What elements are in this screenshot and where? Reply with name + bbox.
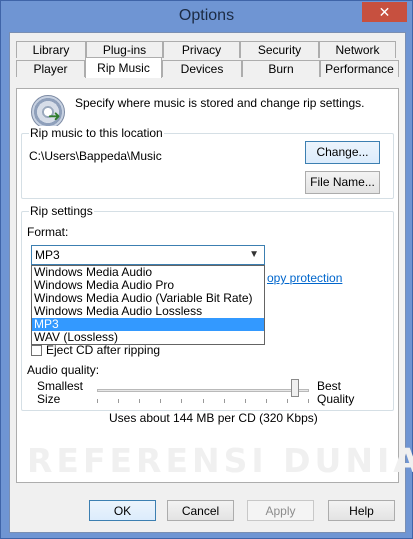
slider-tick — [266, 399, 267, 403]
tab-devices[interactable]: Devices — [162, 60, 242, 77]
slider-tick — [160, 399, 161, 403]
close-button[interactable]: ✕ — [362, 2, 407, 22]
format-dropdown-list: Windows Media Audio Windows Media Audio … — [31, 265, 265, 345]
tab-plug-ins[interactable]: Plug-ins — [86, 41, 163, 58]
slider-tick — [139, 399, 140, 403]
panel-description: Specify where music is stored and change… — [75, 96, 365, 110]
window-title: Options — [178, 7, 235, 24]
format-option[interactable]: Windows Media Audio Lossless — [32, 305, 264, 318]
format-select[interactable]: MP3 ▼ — [31, 245, 265, 265]
copy-protection-link[interactable]: opy protection — [267, 271, 342, 285]
rip-settings-label: Rip settings — [29, 204, 94, 218]
tab-row-bottom: Player Rip Music Devices Burn Performanc… — [16, 57, 399, 78]
slider-tick — [181, 399, 182, 403]
help-button[interactable]: Help — [328, 500, 395, 521]
tab-privacy[interactable]: Privacy — [163, 41, 240, 58]
slider-max-label: Best Quality — [317, 379, 355, 406]
tab-row-top: Library Plug-ins Privacy Security Networ… — [16, 41, 396, 59]
tab-network[interactable]: Network — [319, 41, 396, 58]
cancel-button[interactable]: Cancel — [167, 500, 234, 521]
slider-tick — [118, 399, 119, 403]
slider-tick — [224, 399, 225, 403]
options-window: Options ✕ Library Plug-ins Privacy Secur… — [0, 0, 413, 539]
slider-tick — [308, 399, 309, 403]
slider-tick — [245, 399, 246, 403]
file-name-button[interactable]: File Name... — [305, 171, 380, 194]
slider-tick — [287, 399, 288, 403]
dialog-footer: OK Cancel Apply Help — [10, 488, 405, 532]
dialog-client: Library Plug-ins Privacy Security Networ… — [9, 32, 413, 533]
watermark-logo: REFERENSI DUNIA — [27, 441, 413, 480]
rip-music-panel: ➜ Specify where music is stored and chan… — [16, 88, 413, 483]
location-group-label: Rip music to this location — [29, 126, 164, 140]
slider-tick — [203, 399, 204, 403]
slider-tick — [97, 399, 98, 403]
format-option[interactable]: WAV (Lossless) — [32, 331, 264, 344]
quality-slider-track[interactable] — [97, 389, 309, 392]
format-selected-value: MP3 — [35, 248, 60, 262]
change-location-button[interactable]: Change... — [305, 141, 380, 164]
apply-button[interactable]: Apply — [247, 500, 314, 521]
tab-rip-music[interactable]: Rip Music — [85, 57, 162, 78]
tab-library[interactable]: Library — [16, 41, 86, 58]
rip-location-path: C:\Users\Bappeda\Music — [29, 149, 162, 163]
slider-min-label: Smallest Size — [37, 379, 84, 406]
rip-arrow-icon: ➜ — [48, 108, 61, 125]
rip-size-estimate: Uses about 144 MB per CD (320 Kbps) — [109, 411, 318, 425]
audio-quality-label: Audio quality: — [27, 363, 100, 377]
close-icon: ✕ — [378, 4, 391, 20]
tab-burn[interactable]: Burn — [242, 60, 320, 77]
eject-cd-checkbox[interactable] — [31, 345, 42, 356]
quality-slider-ticks — [97, 399, 309, 403]
tab-player[interactable]: Player — [16, 60, 85, 77]
tab-performance[interactable]: Performance — [320, 60, 399, 77]
quality-slider-thumb[interactable] — [290, 379, 299, 397]
ok-button[interactable]: OK — [89, 500, 156, 521]
format-label: Format: — [27, 225, 69, 239]
title-bar[interactable]: Options ✕ — [1, 1, 412, 32]
chevron-down-icon: ▼ — [249, 249, 259, 260]
eject-cd-label: Eject CD after ripping — [46, 343, 161, 357]
tab-security[interactable]: Security — [240, 41, 319, 58]
